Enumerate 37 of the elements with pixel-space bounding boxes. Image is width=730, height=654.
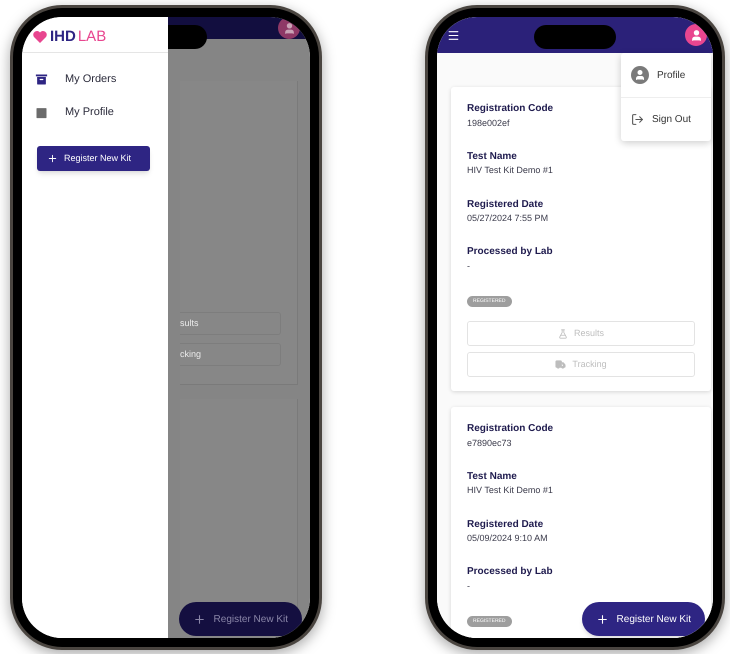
plus-icon (596, 612, 609, 626)
field-label: Test Name (467, 470, 517, 484)
field-label: Processed by Lab (467, 246, 553, 259)
avatar-icon[interactable] (685, 24, 707, 46)
truck-icon (555, 359, 566, 370)
field-value: HIV Test Kit Demo #1 (467, 485, 553, 496)
register-new-kit-button[interactable]: Register New Kit (178, 602, 302, 636)
field-value: - (467, 580, 470, 592)
field-value: 198e002ef (467, 118, 510, 129)
register-new-kit-button[interactable]: Register New Kit (582, 602, 705, 636)
field-label: Processed by Lab (467, 566, 553, 579)
plus-icon (192, 612, 206, 626)
sign-out-icon (631, 113, 644, 126)
field-value: 05/09/2024 9:10 AM (467, 533, 548, 544)
field-label: Registration Code (467, 423, 554, 436)
field-label: Test Name (467, 150, 517, 164)
menu-item[interactable]: Sign Out (621, 97, 711, 141)
field-label: Registered Date (467, 518, 544, 531)
logo-text: IHD (50, 29, 76, 44)
menu-icon[interactable] (447, 28, 460, 42)
field-label: Registered Date (467, 198, 544, 211)
heart-logo-icon (32, 28, 48, 44)
field-label: Registration Code (467, 103, 554, 116)
menu-item[interactable]: Profile (621, 53, 711, 97)
logo-text: LAB (78, 29, 106, 44)
field-value: HIV Test Kit Demo #1 (467, 165, 553, 176)
register-new-kit-button[interactable]: Register New Kit (37, 146, 150, 171)
avatar-icon[interactable] (278, 17, 300, 39)
user-avatar-icon (631, 66, 649, 84)
flask-icon (558, 328, 568, 338)
plus-icon (47, 153, 58, 164)
field-value: 05/27/2024 7:55 PM (467, 213, 548, 224)
drawer-item[interactable]: My Orders (22, 63, 168, 96)
drawer-item[interactable]: My Profile (22, 96, 168, 129)
archive-icon (34, 72, 49, 87)
field-value: e7890ec73 (467, 438, 512, 449)
field-value: - (467, 260, 470, 272)
